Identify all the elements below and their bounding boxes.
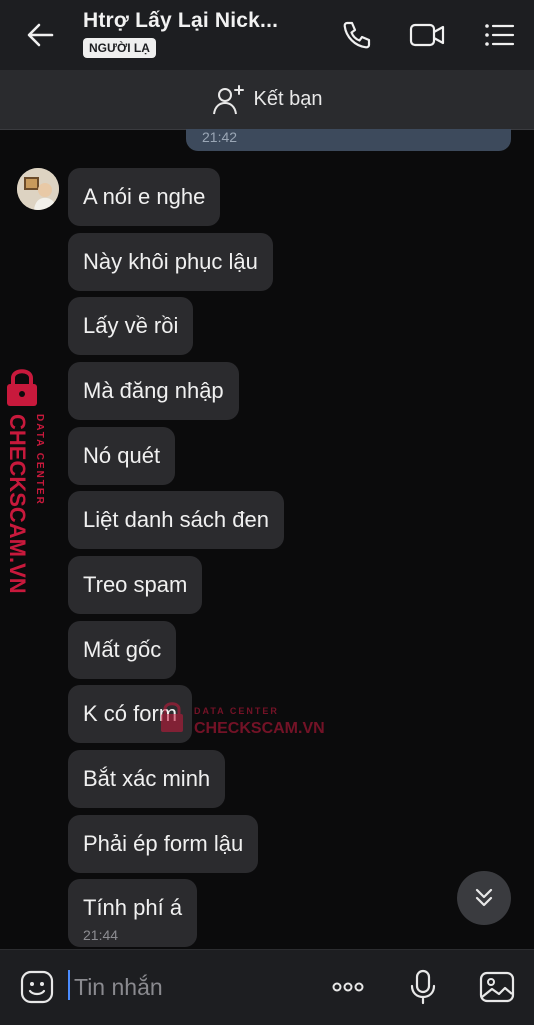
message-time: 21:42 xyxy=(202,129,238,145)
back-arrow-icon[interactable] xyxy=(22,18,60,52)
message-bubble[interactable]: A nói e nghe xyxy=(68,168,221,226)
watermark-center: DATA CENTER CHECKSCAM.VN xyxy=(158,700,338,740)
message-input-bar xyxy=(0,949,534,1025)
message-bubble[interactable]: Mà đăng nhập xyxy=(68,362,239,420)
double-chevron-down-icon xyxy=(475,888,493,907)
add-person-icon xyxy=(212,84,244,114)
message-bubble[interactable]: Lấy về rồi xyxy=(68,297,194,355)
checkscam-watermark-icon: CHECKSCAM.VN DATA CENTER xyxy=(5,369,45,594)
add-friend-label: Kết bạn xyxy=(253,88,323,110)
avatar-image xyxy=(17,168,59,210)
watermark-tag-text: DATA CENTER xyxy=(194,706,279,716)
message-bubble[interactable]: Mất gốc xyxy=(68,621,177,679)
watermark-brand-text: CHECKSCAM.VN xyxy=(5,414,30,594)
message-bubble-last[interactable]: Tính phí á 21:44 xyxy=(68,879,198,947)
message-bubble[interactable]: Này khôi phục lậu xyxy=(68,233,273,291)
watermark-side: CHECKSCAM.VN DATA CENTER xyxy=(4,366,60,596)
watermark-brand-text: CHECKSCAM.VN xyxy=(194,720,325,737)
video-camera-icon[interactable] xyxy=(408,16,446,54)
sender-avatar[interactable] xyxy=(17,168,59,210)
message-time: 21:44 xyxy=(83,927,119,943)
message-bubble[interactable]: Phải ép form lậu xyxy=(68,815,259,873)
previous-message-bubble[interactable]: 21:42 xyxy=(186,129,511,151)
microphone-icon[interactable] xyxy=(403,967,443,1007)
text-cursor xyxy=(68,970,70,1000)
more-dots-icon[interactable] xyxy=(328,967,368,1007)
add-friend-bar[interactable]: Kết bạn xyxy=(0,70,534,130)
message-input[interactable] xyxy=(72,968,306,1006)
chat-title[interactable]: Htrợ Lấy Lại Nick... xyxy=(83,9,278,33)
checkscam-watermark-icon: DATA CENTER CHECKSCAM.VN xyxy=(161,702,325,737)
scroll-to-bottom-button[interactable] xyxy=(457,871,511,925)
message-bubble[interactable]: Nó quét xyxy=(68,427,176,485)
chat-header: Htrợ Lấy Lại Nick... NGƯỜI LẠ xyxy=(0,0,534,70)
watermark-tag-text: DATA CENTER xyxy=(34,414,45,506)
message-bubble[interactable]: Treo spam xyxy=(68,556,203,614)
phone-icon[interactable] xyxy=(338,16,376,54)
list-menu-icon[interactable] xyxy=(480,16,518,54)
message-text: Tính phí á xyxy=(83,895,183,920)
image-icon[interactable] xyxy=(477,967,517,1007)
message-bubble[interactable]: Bắt xác minh xyxy=(68,750,226,808)
emoji-sticker-icon[interactable] xyxy=(17,967,57,1007)
message-bubble[interactable]: Liệt danh sách đen xyxy=(68,491,284,549)
stranger-badge: NGƯỜI LẠ xyxy=(83,38,156,58)
